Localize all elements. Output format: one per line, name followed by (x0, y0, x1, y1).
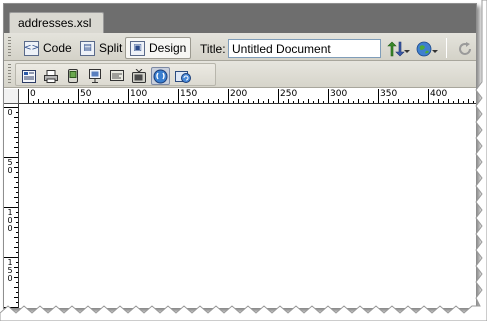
ruler-label: 0 (30, 89, 36, 99)
document-tab-bar: addresses.xsl (4, 4, 476, 34)
css-refresh-icon[interactable] (173, 67, 192, 85)
split-view-button[interactable]: ▤ Split (76, 37, 126, 59)
split-view-label: Split (99, 41, 123, 55)
title-input[interactable] (228, 39, 381, 58)
ruler-label: 100 (7, 208, 13, 233)
print-icon[interactable] (41, 67, 60, 85)
toolbar-grip[interactable] (8, 64, 11, 84)
refresh-icon[interactable] (456, 40, 474, 57)
projection-icon[interactable] (85, 67, 104, 85)
ruler-label: 50 (7, 158, 13, 175)
document-tab[interactable]: addresses.xsl (9, 12, 105, 34)
code-view-label: Code (43, 41, 72, 55)
ruler-label: 50 (80, 89, 92, 99)
vertical-ruler[interactable]: 0 50 100 150 (4, 104, 19, 308)
design-view-button[interactable]: ▣ Design (125, 37, 192, 59)
horizontal-ruler[interactable]: 0 50 100 150 200 250 300 350 400 (19, 89, 476, 104)
title-label: Title: (200, 42, 226, 56)
file-management-dropdown-icon[interactable] (404, 50, 410, 53)
document-toolbar: <> Code ▤ Split ▣ Design Title: (4, 33, 476, 61)
tv-icon[interactable] (129, 67, 148, 85)
toolbar-separator (446, 38, 447, 58)
render-button-group (15, 63, 216, 86)
preview-browser-dropdown-icon[interactable] (432, 50, 438, 53)
ruler-label: 150 (180, 89, 198, 99)
file-management-icon[interactable] (387, 40, 405, 57)
ruler-label: 350 (380, 89, 398, 99)
ruler-label: 100 (130, 89, 148, 99)
handheld-icon[interactable] (63, 67, 82, 85)
code-view-button[interactable]: <> Code (20, 37, 76, 59)
ruler-label: 300 (330, 89, 348, 99)
code-view-icon: <> (24, 40, 39, 56)
document-window: addresses.xsl <> Code ▤ Split ▣ Design T… (3, 3, 477, 309)
ruler-label: 250 (280, 89, 298, 99)
layout-table-icon[interactable] (19, 67, 38, 85)
ruler-label: 0 (7, 108, 13, 117)
ruler-label: 200 (230, 89, 248, 99)
split-view-icon: ▤ (80, 40, 95, 56)
ruler-label: 400 (430, 89, 448, 99)
preview-browser-icon[interactable] (415, 40, 433, 57)
design-view-label: Design (149, 41, 187, 55)
style-rendering-toolbar (4, 61, 476, 88)
ruler-label: 150 (7, 258, 13, 283)
design-view-icon: ▣ (130, 40, 145, 56)
toolbar-grip[interactable] (8, 37, 11, 57)
design-canvas[interactable] (20, 105, 476, 308)
screen-icon[interactable] (107, 67, 126, 85)
css-styles-icon[interactable] (151, 67, 170, 85)
ruler-origin[interactable] (4, 89, 19, 104)
